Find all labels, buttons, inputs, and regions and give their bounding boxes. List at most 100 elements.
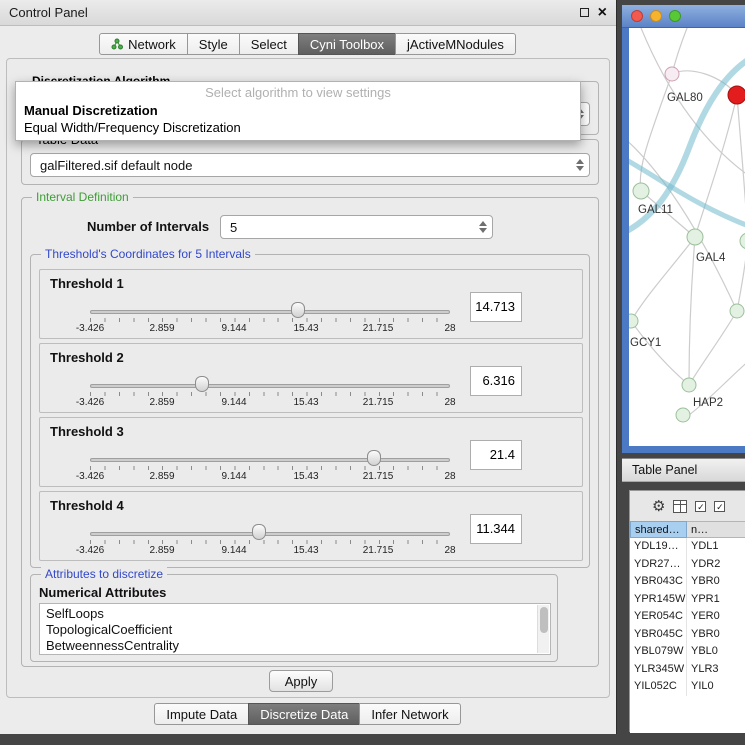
slider-thumb[interactable] (367, 450, 381, 466)
combo-value: galFiltered.sif default node (40, 158, 192, 173)
slider-track[interactable] (90, 458, 450, 462)
network-node[interactable] (633, 183, 649, 199)
float-window-icon[interactable] (580, 8, 589, 17)
table-cell[interactable]: YDL19… (630, 538, 687, 556)
table-panel-header[interactable]: Table Panel (622, 458, 745, 482)
select-none-checkbox-icon[interactable]: ✓ (714, 501, 725, 512)
slider-scale: -3.4262.8599.14415.4321.71528 (40, 323, 582, 335)
slider-track[interactable] (90, 384, 450, 388)
slider-track[interactable] (90, 532, 450, 536)
gear-icon[interactable]: ⚙ (652, 499, 665, 514)
slider-thumb[interactable] (291, 302, 305, 318)
table-cell[interactable]: YBR0 (687, 573, 745, 591)
tab-impute-data[interactable]: Impute Data (154, 703, 249, 725)
combo-stepper-icon (479, 221, 487, 233)
slider-ticks (90, 318, 451, 322)
scale-label: 21.715 (363, 323, 394, 334)
network-node[interactable] (629, 314, 638, 328)
list-item[interactable]: SelfLoops (46, 606, 536, 622)
scale-label: 9.144 (221, 397, 246, 408)
list-item[interactable]: TopologicalCoefficient (46, 622, 536, 638)
network-node[interactable] (740, 233, 745, 249)
dropdown-option-equal-width[interactable]: Equal Width/Frequency Discretization (16, 119, 580, 136)
table-data-combobox[interactable]: galFiltered.sif default node (30, 153, 590, 177)
column-header-name[interactable]: n… (687, 521, 745, 538)
select-all-checkbox-icon[interactable]: ✓ (695, 501, 706, 512)
attributes-list[interactable]: SelfLoops TopologicalCoefficient Between… (39, 603, 551, 655)
table-cell[interactable]: YER054C (630, 608, 687, 626)
table-cell[interactable]: YBR045C (630, 626, 687, 644)
table-cell[interactable]: YLR3 (687, 661, 745, 679)
table-cell[interactable]: YDL1 (687, 538, 745, 556)
network-window-titlebar[interactable] (622, 5, 745, 28)
table-row[interactable]: YDL19…YDL1 (630, 538, 745, 556)
table-cell[interactable]: YBL079W (630, 643, 687, 661)
table-cell[interactable]: YIL052C (630, 678, 687, 696)
slider-track[interactable] (90, 310, 450, 314)
network-node[interactable] (728, 86, 745, 104)
table-row[interactable]: YBR045CYBR0 (630, 626, 745, 644)
minimize-traffic-light-icon[interactable] (650, 10, 662, 22)
table-cell[interactable]: YBL0 (687, 643, 745, 661)
table-row[interactable]: YER054CYER0 (630, 608, 745, 626)
table-cell[interactable]: YER0 (687, 608, 745, 626)
table-row[interactable]: YDR27…YDR2 (630, 556, 745, 574)
network-node[interactable] (687, 229, 703, 245)
network-edges (629, 28, 745, 415)
columns-icon[interactable] (673, 500, 687, 513)
group-title: Attributes to discretize (41, 567, 167, 581)
table-header-row: shared… n… (630, 521, 745, 538)
network-node[interactable] (682, 378, 696, 392)
scrollbar-thumb[interactable] (540, 607, 548, 633)
table-cell[interactable]: YLR345W (630, 661, 687, 679)
apply-button[interactable]: Apply (269, 670, 333, 692)
slider-thumb[interactable] (195, 376, 209, 392)
table-cell[interactable]: YDR27… (630, 556, 687, 574)
list-scrollbar[interactable] (537, 605, 549, 653)
dropdown-placeholder-item[interactable]: Select algorithm to view settings (16, 82, 580, 102)
table-row[interactable]: YBL079WYBL0 (630, 643, 745, 661)
node-label: GAL4 (696, 252, 726, 264)
tab-network[interactable]: Network (99, 33, 188, 55)
list-item[interactable]: BetweennessCentrality (46, 638, 536, 654)
scale-label: 28 (444, 323, 455, 334)
network-node[interactable] (665, 67, 679, 81)
control-panel-titlebar[interactable]: Control Panel × (0, 0, 616, 26)
threshold-value-field[interactable]: 6.316 (470, 366, 522, 396)
threshold-value-field[interactable]: 11.344 (470, 514, 522, 544)
network-node[interactable] (730, 304, 744, 318)
table-row[interactable]: YLR345WYLR3 (630, 661, 745, 679)
table-row[interactable]: YIL052CYIL0 (630, 678, 745, 696)
table-cell[interactable]: YBR0 (687, 626, 745, 644)
threshold-value-field[interactable]: 14.713 (470, 292, 522, 322)
close-traffic-light-icon[interactable] (631, 10, 643, 22)
number-of-intervals-combobox[interactable]: 5 (220, 215, 493, 239)
tab-label: Infer Network (371, 707, 448, 722)
table-cell[interactable]: YPR1 (687, 591, 745, 609)
network-node[interactable] (676, 408, 690, 422)
tab-select[interactable]: Select (239, 33, 299, 55)
tab-cyni-toolbox[interactable]: Cyni Toolbox (298, 33, 396, 55)
tab-discretize-data[interactable]: Discretize Data (248, 703, 360, 725)
scale-label: 15.43 (293, 545, 318, 556)
table-row[interactable]: YPR145WYPR1 (630, 591, 745, 609)
close-icon[interactable]: × (598, 8, 607, 18)
zoom-traffic-light-icon[interactable] (669, 10, 681, 22)
threshold-value-field[interactable]: 21.4 (470, 440, 522, 470)
tab-infer-network[interactable]: Infer Network (359, 703, 460, 725)
table-cell[interactable]: YIL0 (687, 678, 745, 696)
column-header-shared-name[interactable]: shared… (630, 521, 687, 538)
tab-style[interactable]: Style (187, 33, 240, 55)
dropdown-option-manual[interactable]: Manual Discretization (16, 102, 580, 119)
table-cell[interactable]: YPR145W (630, 591, 687, 609)
table-row[interactable]: YBR043CYBR0 (630, 573, 745, 591)
table-cell[interactable]: YDR2 (687, 556, 745, 574)
tab-label: Style (199, 37, 228, 52)
tab-jactivemodules[interactable]: jActiveMNodules (395, 33, 516, 55)
control-panel-window: Control Panel × Network Style Select Cyn… (0, 0, 617, 734)
slider-scale: -3.4262.8599.14415.4321.71528 (40, 545, 582, 557)
tab-label: Impute Data (166, 707, 237, 722)
table-cell[interactable]: YBR043C (630, 573, 687, 591)
slider-thumb[interactable] (252, 524, 266, 540)
network-canvas[interactable]: GAL80GAL11GAL4GCY1HAP2 (629, 28, 745, 446)
